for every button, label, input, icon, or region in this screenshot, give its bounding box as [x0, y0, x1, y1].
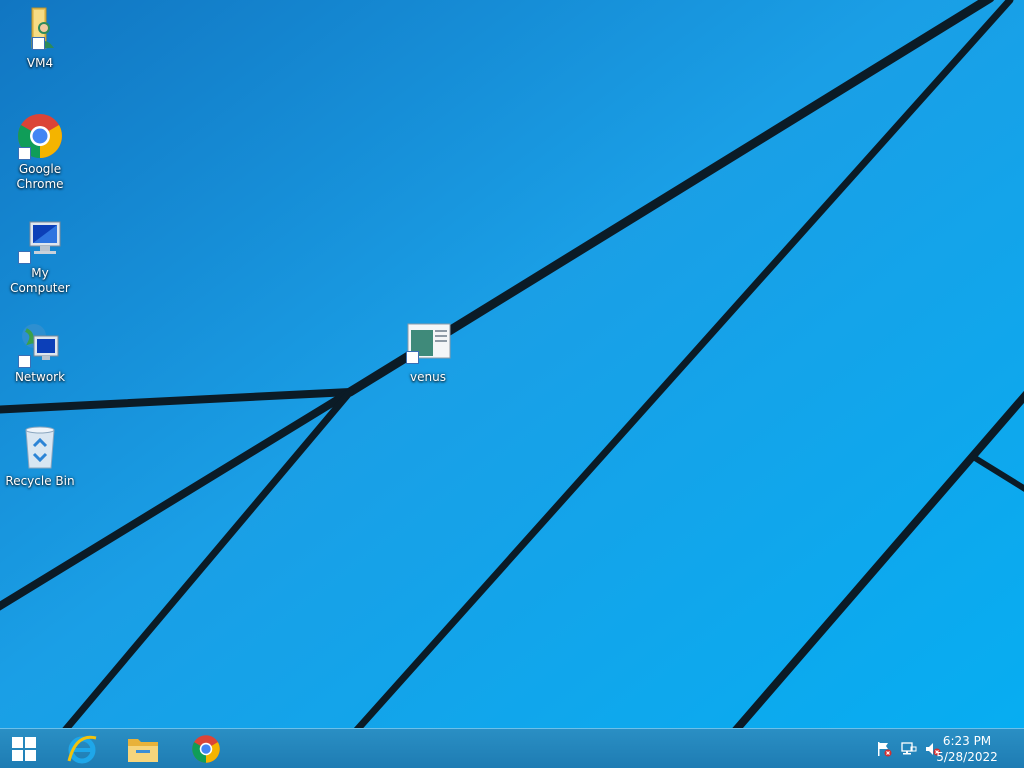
network-icon: [16, 320, 64, 368]
shortcut-arrow-icon: [18, 251, 31, 264]
desktop-icon-label: venus: [410, 370, 446, 384]
desktop-icon-label: Network: [14, 370, 66, 384]
desktop-icon-google-chrome[interactable]: Google Chrome: [0, 112, 80, 192]
shortcut-arrow-icon: [32, 37, 45, 50]
recycle-bin-icon: [16, 424, 64, 472]
taskbar-chrome[interactable]: [178, 729, 234, 768]
desktop-icon-network[interactable]: Network: [0, 320, 80, 385]
shortcut-arrow-icon: [406, 351, 419, 364]
internet-explorer-icon: [67, 735, 97, 764]
shortcut-arrow-icon: [18, 147, 31, 160]
taskbar-internet-explorer[interactable]: [54, 729, 110, 768]
windows-logo-icon: [12, 737, 36, 761]
action-center-flag-icon[interactable]: [876, 741, 892, 757]
taskbar: 6:23 PM 5/28/2022: [0, 728, 1024, 768]
taskbar-clock[interactable]: 6:23 PM 5/28/2022: [932, 733, 1002, 765]
network-status-icon[interactable]: [901, 741, 917, 757]
desktop-icon-recycle-bin[interactable]: Recycle Bin: [0, 424, 80, 489]
file-explorer-icon: [128, 739, 158, 762]
desktop-icon-label: My Computer: [10, 266, 70, 295]
system-tray: 6:23 PM 5/28/2022: [864, 729, 1024, 768]
remote-desktop-icon: [404, 320, 452, 368]
taskbar-file-explorer[interactable]: [115, 729, 171, 768]
desktop-icon-my-computer[interactable]: My Computer: [0, 216, 80, 296]
desktop-icon-label: Google Chrome: [16, 162, 64, 191]
clock-date: 5/28/2022: [936, 750, 998, 764]
wallpaper: [0, 0, 1024, 728]
desktop-icon-venus[interactable]: venus: [388, 320, 468, 385]
computer-icon: [16, 216, 64, 264]
shortcut-arrow-icon: [18, 355, 31, 368]
start-button[interactable]: [0, 729, 48, 768]
chrome-icon: [192, 735, 220, 763]
desktop-icon-label: VM4: [26, 56, 54, 70]
clock-time: 6:23 PM: [942, 734, 992, 748]
chrome-icon: [16, 112, 64, 160]
user-folder-icon: [16, 6, 64, 54]
desktop: VM4 Google Chrome My Computer Network Re…: [0, 0, 1024, 728]
desktop-icon-label: Recycle Bin: [5, 474, 75, 488]
desktop-icon-vm4[interactable]: VM4: [0, 6, 80, 71]
